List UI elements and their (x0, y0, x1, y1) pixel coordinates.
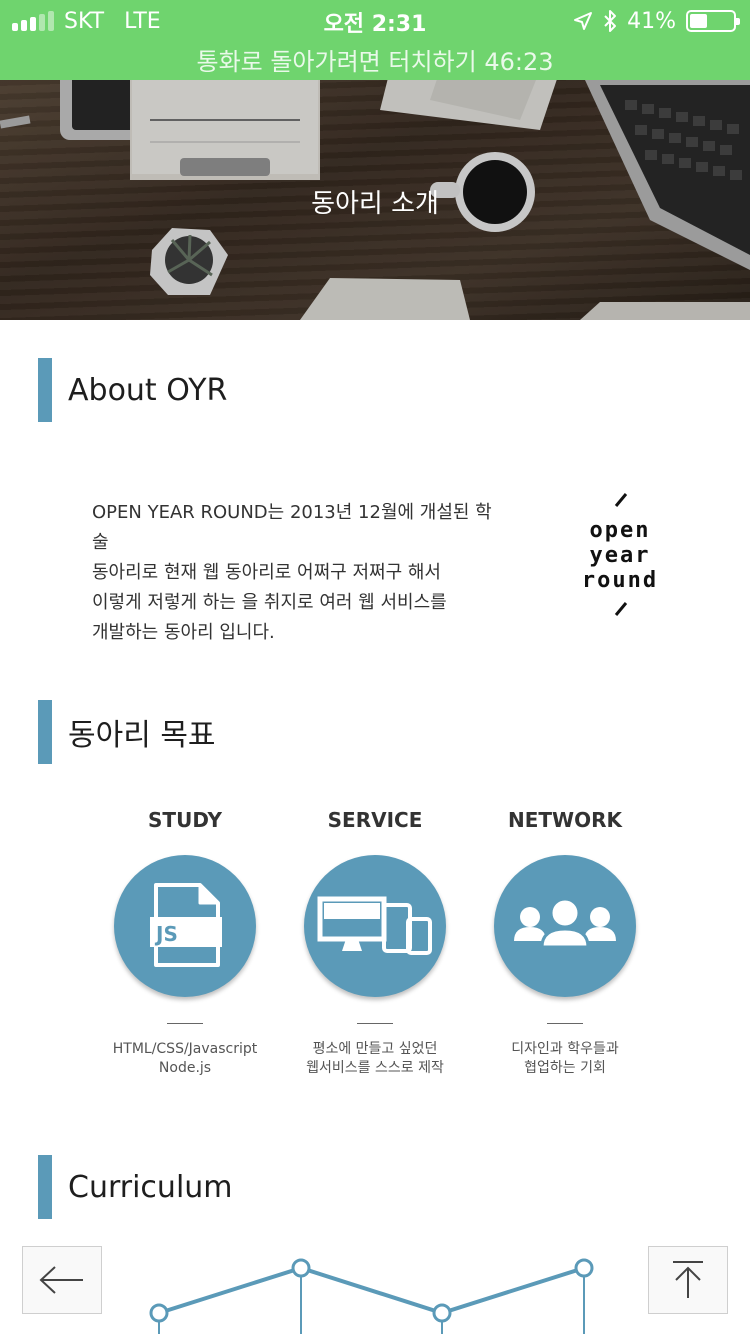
goal-circle (494, 855, 636, 997)
goal-title: STUDY (148, 808, 222, 832)
goal-circle: JS (114, 855, 256, 997)
status-bar[interactable]: SKT LTE 오전 2:31 41% 통화로 돌아가려면 터치하기 46:23 (0, 0, 750, 80)
goal-study: STUDY JS HTML/CSS/Javascript Node.js (90, 805, 280, 1078)
goal-description: HTML/CSS/Javascript Node.js (112, 1041, 258, 1076)
about-line: OPEN YEAR ROUND는 2013년 12월에 개설된 학술 (92, 502, 492, 553)
goal-circle (304, 855, 446, 997)
goal-description: 디자인과 학우들과 협업하는 기회 (511, 1041, 619, 1076)
logo-line: open (590, 518, 651, 543)
logo-line: year (590, 543, 651, 568)
section-title: Curriculum (68, 1169, 233, 1205)
goal-network: NETWORK 디자인과 학우들과 협업하는 기회 (470, 805, 660, 1078)
location-arrow-icon (574, 12, 593, 30)
arrow-up-icon (673, 1261, 703, 1298)
section-header-about: About OYR (38, 358, 227, 422)
goal-title: SERVICE (327, 808, 423, 832)
back-button[interactable] (22, 1246, 102, 1314)
battery-icon (686, 10, 740, 32)
curriculum-timeline (149, 1258, 594, 1334)
about-line: 개발하는 동아리 입니다. (92, 622, 275, 643)
about-line: 이렇게 저렇게 하는 을 취지로 여러 웹 서비스를 (92, 592, 447, 613)
goal-service: SERVICE 평소에 만들고 싶었던 웹서비스를 스스로 제작 (280, 805, 470, 1078)
return-to-call-banner[interactable]: 통화로 돌아가려면 터치하기 46:23 (0, 42, 750, 77)
divider (357, 1023, 393, 1024)
arrow-left-icon (39, 1266, 83, 1294)
scroll-top-button[interactable] (648, 1246, 728, 1314)
about-description: OPEN YEAR ROUND는 2013년 12월에 개설된 학술 동아리로 … (92, 498, 502, 648)
js-file-icon: JS (150, 883, 222, 967)
status-right: 41% (573, 8, 740, 34)
section-header-curriculum: Curriculum (38, 1155, 233, 1219)
people-icon (514, 897, 616, 949)
section-title: About OYR (68, 372, 228, 408)
section-header-goals: 동아리 목표 (38, 700, 216, 764)
timeline-node[interactable] (149, 1303, 169, 1323)
section-accent-bar (38, 700, 52, 764)
bluetooth-icon (604, 10, 617, 32)
goal-title: NETWORK (507, 808, 622, 832)
divider (547, 1023, 583, 1024)
section-accent-bar (38, 1155, 52, 1219)
battery-percent: 41% (627, 8, 676, 34)
page: SKT LTE 오전 2:31 41% 통화로 돌아가려면 터치하기 46:23 (0, 0, 750, 1334)
timeline-node[interactable] (432, 1303, 452, 1323)
svg-text:JS: JS (154, 922, 178, 946)
divider (167, 1023, 203, 1024)
timeline-node[interactable] (291, 1258, 311, 1278)
devices-icon (317, 896, 432, 955)
oyr-logo: open year round (582, 493, 658, 616)
about-line: 동아리로 현재 웹 동아리로 어쩌구 저쩌구 해서 (92, 562, 441, 583)
hero-banner: 동아리 소개 (0, 80, 750, 320)
goal-description: 평소에 만들고 싶었던 웹서비스를 스스로 제작 (306, 1041, 444, 1076)
section-title: 동아리 목표 (68, 718, 216, 753)
section-accent-bar (38, 358, 52, 422)
timeline-line (158, 1265, 585, 1316)
hero-title: 동아리 소개 (311, 189, 439, 219)
goals-row: STUDY JS HTML/CSS/Javascript Node.js SER… (90, 805, 660, 1095)
timeline-node[interactable] (574, 1258, 594, 1278)
logo-line: round (582, 568, 658, 593)
